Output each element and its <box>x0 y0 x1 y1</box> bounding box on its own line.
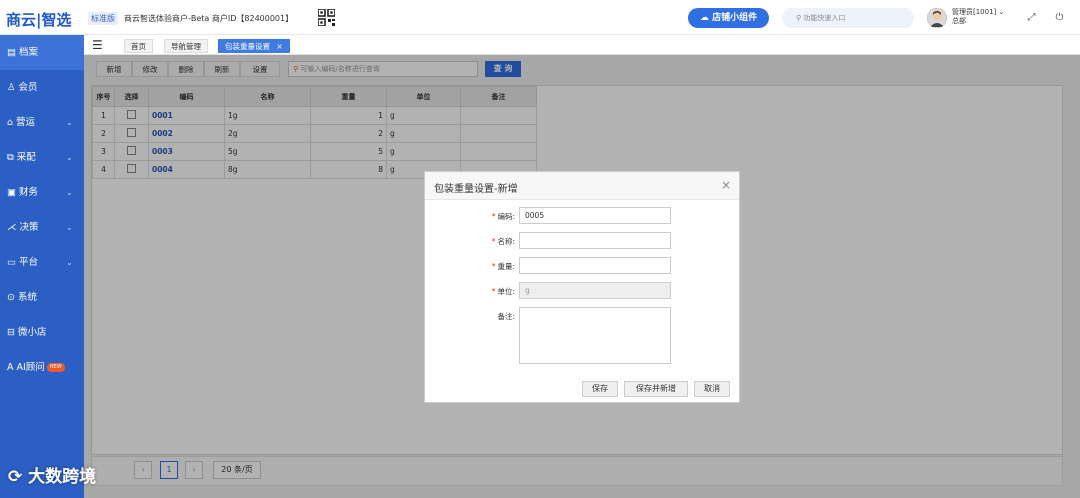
sidebar-item-archive[interactable]: ▤ 档案 <box>0 35 84 70</box>
operation-icon: ⌂ <box>7 117 14 128</box>
sidebar-item-label: 财务 <box>18 187 38 198</box>
top-bar: 商云|智选 标准版 商云智选体验商户-Beta 商户ID【82400001】 ☁… <box>0 0 1080 35</box>
watermark-icon: ⟳ <box>8 467 29 487</box>
weight-label: * 重量: <box>455 261 515 272</box>
sidebar-item-label: 系统 <box>17 292 37 303</box>
sidebar-item-ai[interactable]: A AI顾问 NEW <box>0 350 84 385</box>
weight-field[interactable] <box>519 257 671 274</box>
name-label-text: 名称: <box>497 237 515 246</box>
required-mark: * <box>491 237 496 246</box>
sidebar-item-label: 决策 <box>19 222 39 233</box>
watermark-text: 大数跨境 <box>28 467 97 487</box>
code-field[interactable]: 0005 <box>519 207 671 224</box>
unit-field: g <box>519 282 671 299</box>
power-icon[interactable]: ⏻ <box>1054 12 1065 23</box>
tab-package-weight[interactable]: 包装重量设置 × <box>218 39 290 53</box>
sidebar-item-platform[interactable]: ▭ 平台 ⌄ <box>0 245 84 280</box>
dialog-header: 包装重量设置-新增 × <box>425 172 739 200</box>
member-icon: ♙ <box>7 82 16 93</box>
add-dialog: 包装重量设置-新增 × * 编码: 0005 * 名称: * 重量: * 单位: g 备… <box>424 171 740 403</box>
archive-icon: ▤ <box>7 47 16 58</box>
chevron-down-icon: ⌄ <box>66 223 73 232</box>
sidebar-item-label: AI顾问 <box>16 362 45 373</box>
app-logo[interactable]: 商云|智选 <box>6 9 71 30</box>
tab-package-weight-label: 包装重量设置 <box>225 42 270 51</box>
chevron-down-icon: ⌄ <box>66 118 73 127</box>
dialog-title: 包装重量设置-新增 <box>434 184 518 195</box>
qr-code-icon[interactable] <box>317 8 336 27</box>
cancel-button[interactable]: 取消 <box>694 381 730 397</box>
chevron-down-icon: ⌄ <box>66 258 73 267</box>
sidebar-item-system[interactable]: ⊙ 系统 <box>0 280 84 315</box>
user-menu[interactable]: 管理员[1001] ⌄ 总部 <box>952 8 1004 26</box>
code-label-text: 编码: <box>497 212 515 221</box>
required-mark: * <box>491 262 496 271</box>
save-button[interactable]: 保存 <box>582 381 618 397</box>
sidebar-item-decision[interactable]: ⋌ 决策 ⌄ <box>0 210 84 245</box>
sidebar-item-purchase[interactable]: ⧉ 采配 ⌄ <box>0 140 84 175</box>
new-badge: NEW <box>46 363 65 372</box>
close-icon[interactable]: × <box>721 178 731 192</box>
system-icon: ⊙ <box>7 292 15 303</box>
tab-home[interactable]: 首页 <box>124 39 153 53</box>
remark-field[interactable] <box>519 307 671 364</box>
sidebar-item-label: 会员 <box>18 82 38 93</box>
quick-search-placeholder: 功能快速入口 <box>803 14 846 22</box>
unit-label-text: 单位: <box>497 287 515 296</box>
weight-label-text: 重量: <box>497 262 515 271</box>
sidebar-item-label: 采配 <box>16 152 36 163</box>
edition-badge: 标准版 <box>88 12 118 25</box>
chevron-down-icon: ⌄ <box>66 153 73 162</box>
sidebar-item-operation[interactable]: ⌂ 营运 ⌄ <box>0 105 84 140</box>
microshop-icon: ⊟ <box>7 327 15 338</box>
cloud-icon: ☁ <box>699 13 713 23</box>
tab-close-icon[interactable]: × <box>276 42 282 51</box>
sidebar-item-label: 营运 <box>16 117 36 128</box>
sidebar-item-finance[interactable]: ▣ 财务 ⌄ <box>0 175 84 210</box>
code-label: * 编码: <box>455 211 515 222</box>
user-org: 总部 <box>952 17 966 25</box>
ai-icon: A <box>7 362 14 373</box>
required-mark: * <box>491 212 496 221</box>
shop-widget-label: 店铺小组件 <box>712 13 758 23</box>
avatar[interactable] <box>927 8 947 28</box>
remark-label: 备注: <box>455 311 515 322</box>
sidebar-item-label: 档案 <box>18 47 38 58</box>
name-field[interactable] <box>519 232 671 249</box>
tab-nav-management[interactable]: 导航管理 <box>164 39 208 53</box>
remark-label-text: 备注: <box>497 312 515 321</box>
required-mark: * <box>491 287 496 296</box>
unit-label: * 单位: <box>455 286 515 297</box>
decision-icon: ⋌ <box>7 222 17 233</box>
menu-toggle-icon[interactable]: ☰ <box>92 38 103 52</box>
sidebar-item-microshop[interactable]: ⊟ 微小店 <box>0 315 84 350</box>
watermark-logo: ⟳ 大数跨境 <box>8 462 96 487</box>
platform-icon: ▭ <box>7 257 16 268</box>
name-label: * 名称: <box>455 236 515 247</box>
fullscreen-icon[interactable]: ⤢ <box>1026 12 1037 23</box>
shop-widget-button[interactable]: ☁ 店铺小组件 <box>688 8 769 28</box>
sidebar-item-label: 微小店 <box>17 327 47 338</box>
sidebar-item-member[interactable]: ♙ 会员 <box>0 70 84 105</box>
quick-search-input[interactable]: ⚲ 功能快速入口 <box>782 8 914 28</box>
chevron-down-icon: ⌄ <box>66 188 73 197</box>
sidebar: ▤ 档案 ♙ 会员 ⌂ 营运 ⌄ ⧉ 采配 ⌄ ▣ 财务 ⌄ ⋌ 决策 ⌄ ▭ 平台 ⌄ ⊙ 系统 ⊟ 微小店 A AI顾问 NE… <box>0 35 84 498</box>
sidebar-item-label: 平台 <box>18 257 38 268</box>
save-and-add-button[interactable]: 保存并新增 <box>624 381 688 397</box>
finance-icon: ▣ <box>7 187 16 198</box>
merchant-info: 商云智选体验商户-Beta 商户ID【82400001】 <box>124 14 294 23</box>
user-name: 管理员[1001] ⌄ <box>952 8 1005 16</box>
purchase-icon: ⧉ <box>7 152 14 163</box>
